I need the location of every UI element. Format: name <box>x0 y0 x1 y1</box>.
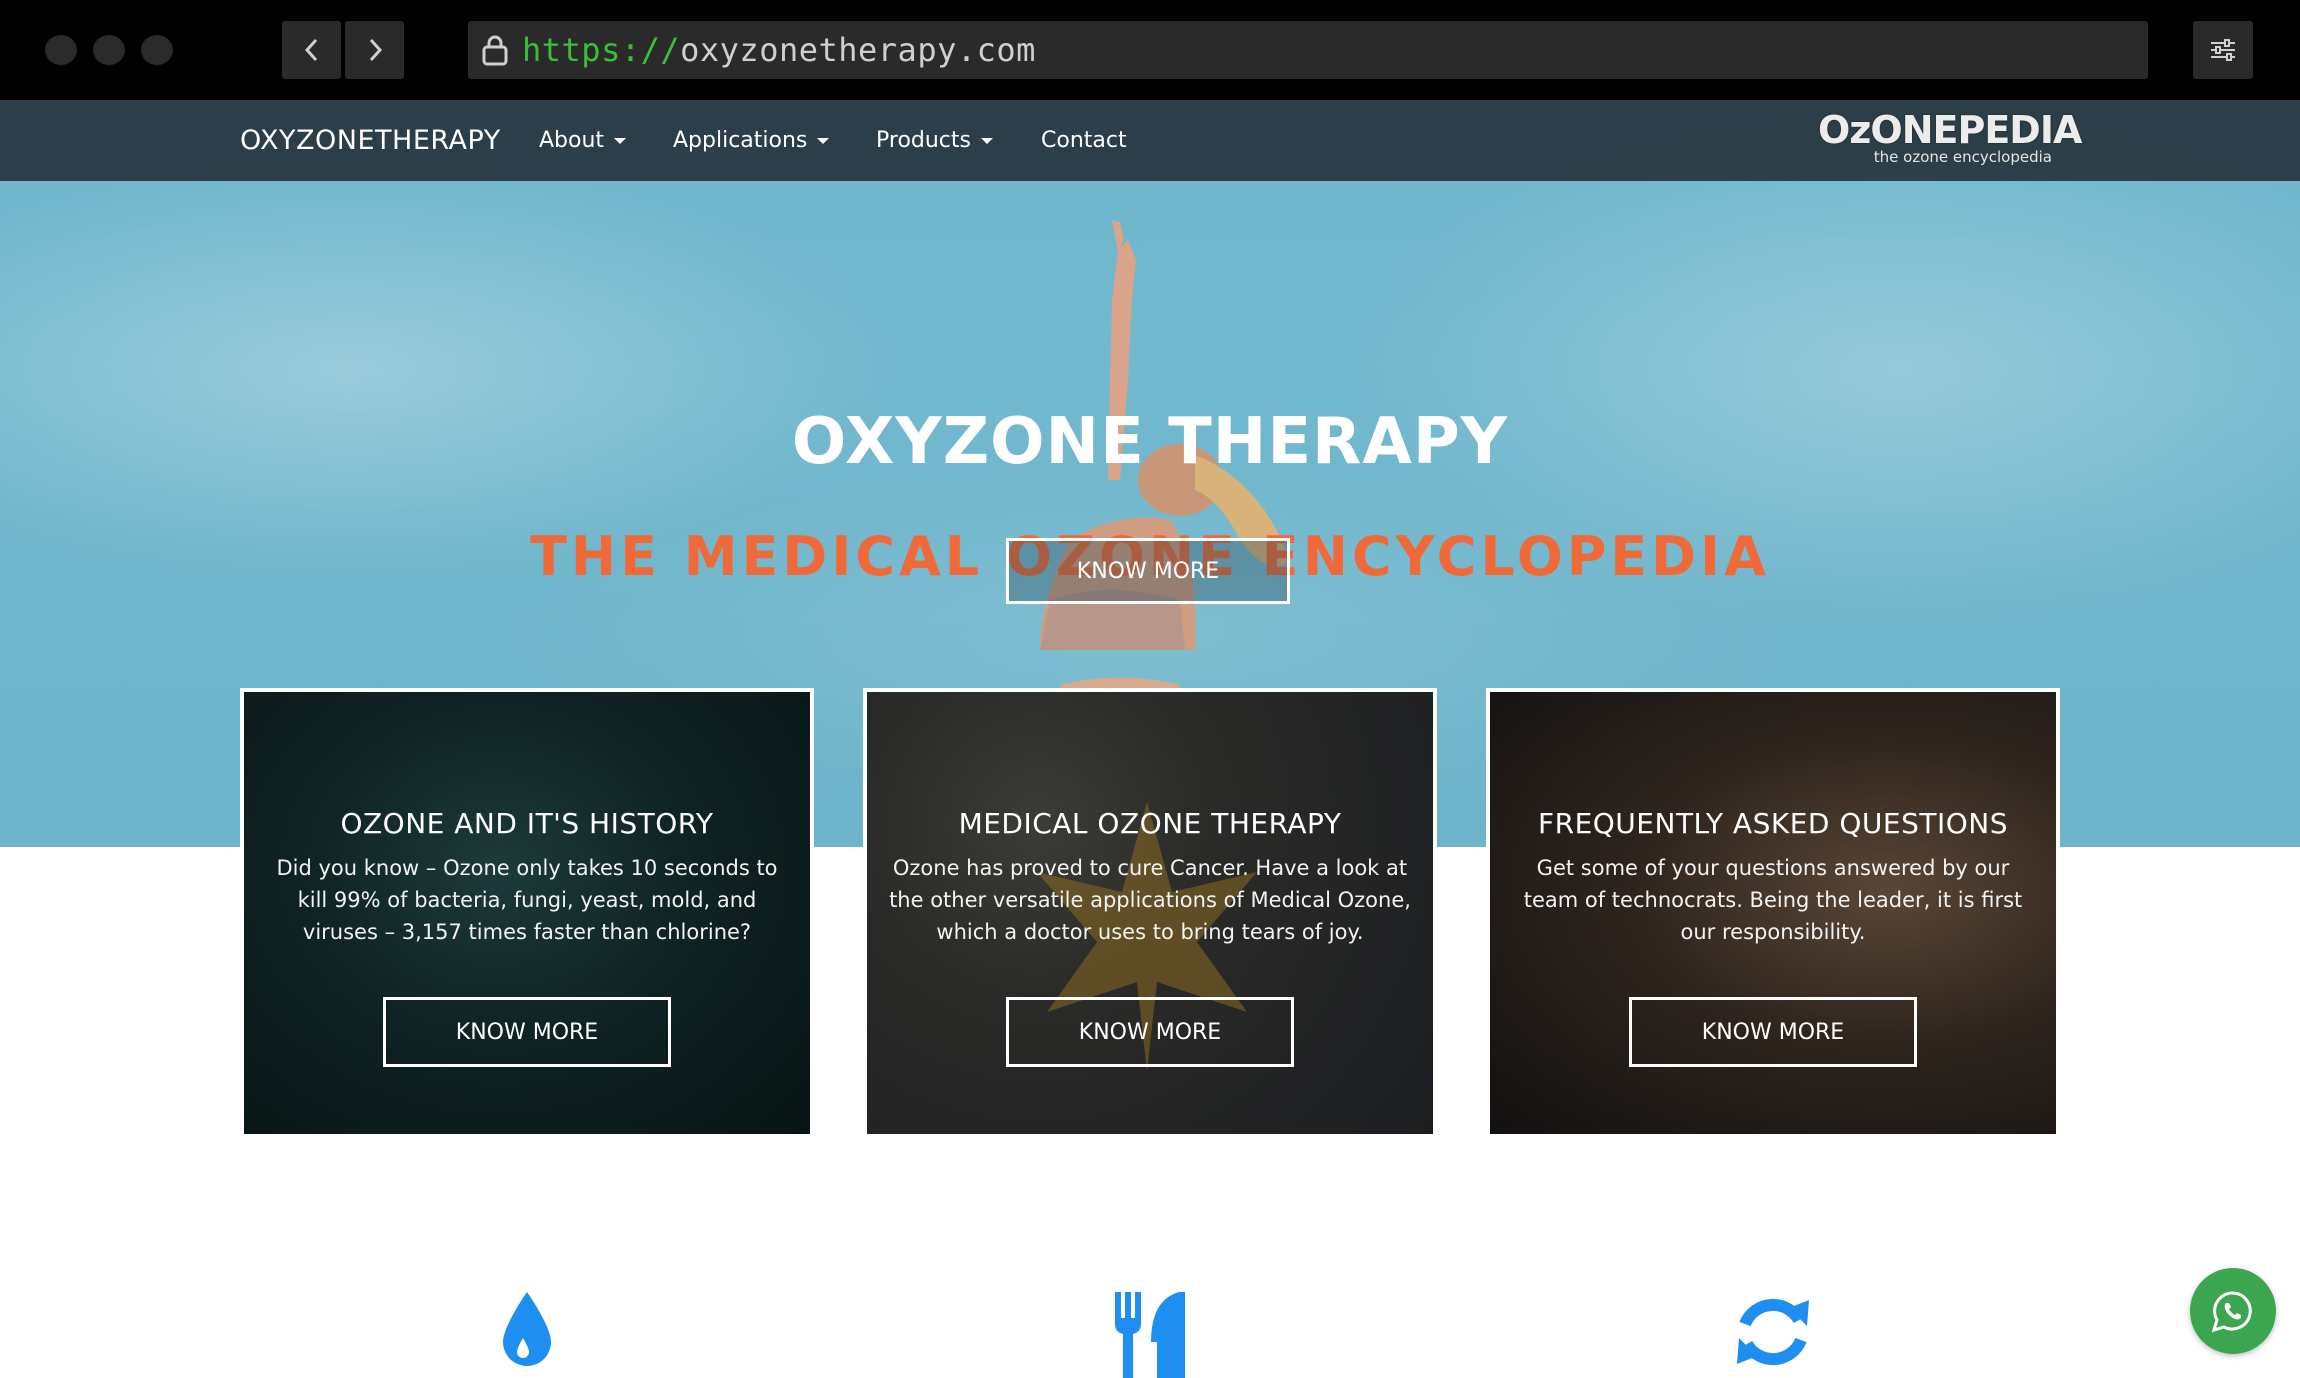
logo-tagline: the ozone encyclopedia <box>1873 148 2052 166</box>
card-title: OZONE AND IT'S HISTORY <box>340 807 714 840</box>
chevron-right-icon <box>369 38 382 62</box>
sliders-icon <box>2211 39 2235 61</box>
refresh-icon <box>1737 1298 1809 1366</box>
nav-item-applications[interactable]: Applications <box>673 100 830 181</box>
card-know-more-button[interactable]: KNOW MORE <box>383 997 671 1067</box>
site-brand[interactable]: OXYZONETHERAPY <box>240 100 501 181</box>
window-close-dot[interactable] <box>45 35 77 65</box>
address-bar[interactable]: https://oxyzonetherapy.com <box>468 21 2148 79</box>
card-know-more-button[interactable]: KNOW MORE <box>1006 997 1294 1067</box>
url-text: https://oxyzonetherapy.com <box>522 31 1036 69</box>
nav-item-contact[interactable]: Contact <box>1041 100 1127 181</box>
card-title: FREQUENTLY ASKED QUESTIONS <box>1538 807 2008 840</box>
ozonepedia-logo[interactable]: OzONEPEDIA the ozone encyclopedia <box>1818 108 2082 170</box>
card-faq: FREQUENTLY ASKED QUESTIONS Get some of y… <box>1486 688 2060 1138</box>
logo-text: OzONEPEDIA <box>1818 108 2082 152</box>
card-text: Ozone has proved to cure Cancer. Have a … <box>889 856 1411 944</box>
hero-title: OXYZONE THERAPY <box>791 405 1509 479</box>
nav-item-about[interactable]: About <box>539 100 627 181</box>
browser-toolbar: https://oxyzonetherapy.com <box>0 0 2300 100</box>
settings-sliders-button[interactable] <box>2193 21 2253 79</box>
hero-know-more-button[interactable]: KNOW MORE <box>1006 538 1290 604</box>
caret-down-icon <box>614 138 627 144</box>
whatsapp-button[interactable] <box>2190 1268 2276 1354</box>
window-maximize-dot[interactable] <box>141 35 173 65</box>
utensils-icon <box>1115 1292 1185 1378</box>
lock-icon <box>482 35 508 66</box>
nav-item-products[interactable]: Products <box>876 100 993 181</box>
card-title: MEDICAL OZONE THERAPY <box>958 807 1342 840</box>
water-drop-icon <box>503 1292 551 1366</box>
chevron-left-icon <box>304 38 317 62</box>
back-button[interactable] <box>282 21 341 79</box>
caret-down-icon <box>817 138 830 144</box>
card-text: Get some of your questions answered by o… <box>1523 856 2023 944</box>
card-know-more-button[interactable]: KNOW MORE <box>1629 997 1917 1067</box>
whatsapp-icon <box>2211 1291 2252 1333</box>
window-minimize-dot[interactable] <box>93 35 125 65</box>
card-ozone-history: OZONE AND IT'S HISTORY Did you know – Oz… <box>240 688 814 1138</box>
caret-down-icon <box>981 138 993 144</box>
forward-button[interactable] <box>345 21 404 79</box>
card-text: Did you know – Ozone only takes 10 secon… <box>276 856 778 944</box>
card-medical-ozone-therapy: MEDICAL OZONE THERAPY Ozone has proved t… <box>863 688 1437 1138</box>
